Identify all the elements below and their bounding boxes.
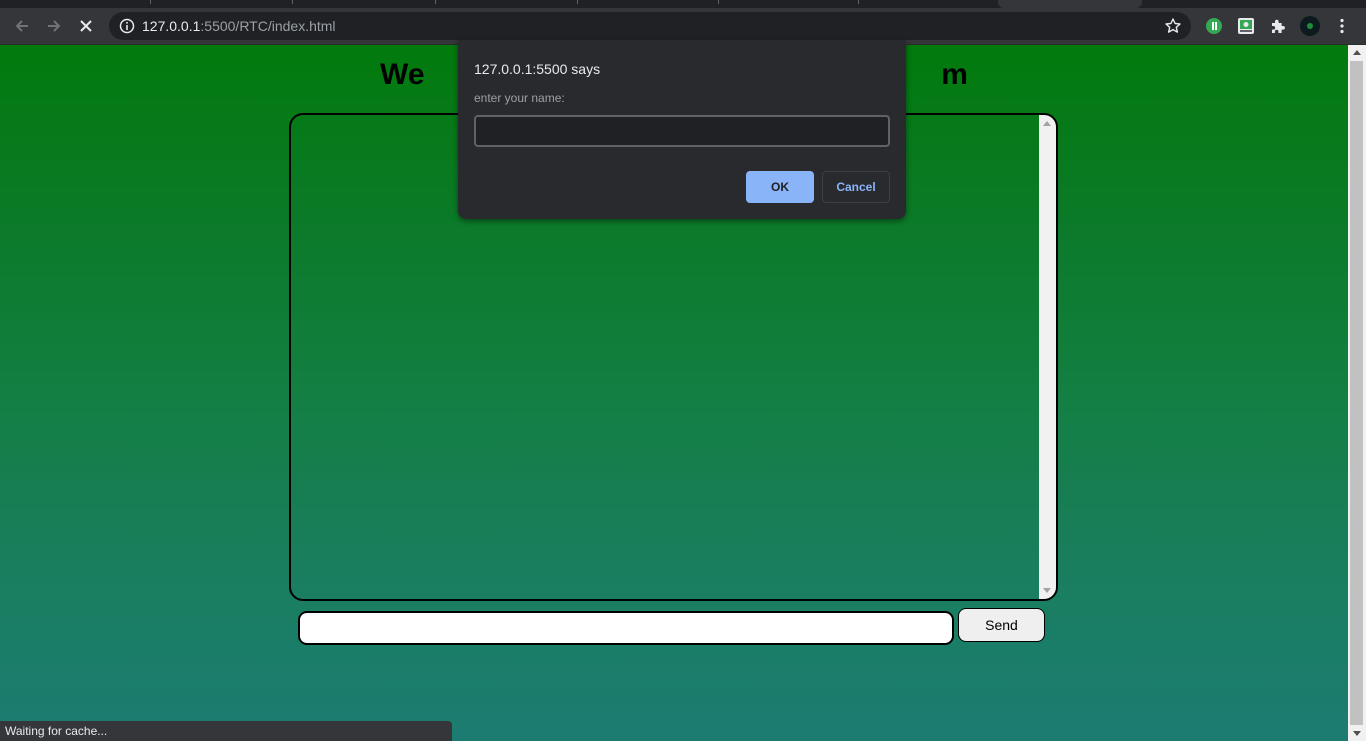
dialog-origin: 127.0.0.1:5500 says <box>474 61 601 77</box>
extension-green-icon <box>1206 18 1222 34</box>
extension-screen-button[interactable] <box>1236 16 1256 36</box>
active-tab[interactable] <box>998 0 1142 8</box>
scroll-down-arrow-icon[interactable] <box>1043 588 1051 593</box>
status-bubble: Waiting for cache... <box>0 721 452 741</box>
browser-menu-button[interactable] <box>1332 16 1352 36</box>
page-scrollbar[interactable] <box>1348 45 1366 741</box>
name-input[interactable] <box>474 115 890 147</box>
scroll-up-arrow-icon[interactable] <box>1043 121 1051 126</box>
url-text[interactable]: 127.0.0.1:5500/RTC/index.html <box>142 18 336 34</box>
extension-screen-icon <box>1238 18 1254 34</box>
prompt-dialog: 127.0.0.1:5500 says enter your name: OK … <box>458 40 906 219</box>
tab-separator <box>718 0 719 4</box>
scroll-down-arrow-icon[interactable] <box>1353 731 1361 736</box>
stop-loading-icon <box>80 20 92 32</box>
tab-strip <box>0 0 1366 8</box>
tab-separator <box>858 0 859 4</box>
site-info-icon[interactable] <box>119 18 135 34</box>
message-input[interactable] <box>298 611 954 645</box>
dialog-message: enter your name: <box>474 91 565 105</box>
forward-button[interactable] <box>40 12 68 40</box>
address-bar[interactable]: 127.0.0.1:5500/RTC/index.html <box>109 12 1191 40</box>
extensions-button[interactable] <box>1268 16 1288 36</box>
ok-button[interactable]: OK <box>746 171 814 203</box>
scrollbar-thumb[interactable] <box>1350 61 1363 725</box>
profile-avatar-icon <box>1300 16 1320 36</box>
forward-arrow-icon <box>48 20 61 32</box>
tab-separator <box>150 0 151 4</box>
tab-separator <box>577 0 578 4</box>
chat-scrollbar[interactable] <box>1039 115 1056 599</box>
stop-button[interactable] <box>72 12 100 40</box>
extensions-puzzle-icon <box>1272 19 1285 33</box>
extension-green-button[interactable] <box>1204 16 1224 36</box>
back-button[interactable] <box>8 12 36 40</box>
profile-avatar-button[interactable] <box>1300 16 1320 36</box>
tab-separator <box>292 0 293 4</box>
back-arrow-icon <box>15 20 28 32</box>
scroll-up-arrow-icon[interactable] <box>1353 50 1361 55</box>
url-path: :5500/RTC/index.html <box>200 18 336 34</box>
kebab-menu-icon <box>1340 18 1344 34</box>
tab-separator <box>435 0 436 4</box>
cancel-button[interactable]: Cancel <box>822 171 890 203</box>
url-host: 127.0.0.1 <box>142 18 201 34</box>
bookmark-star-icon[interactable] <box>1164 17 1182 35</box>
send-button[interactable]: Send <box>958 608 1045 642</box>
